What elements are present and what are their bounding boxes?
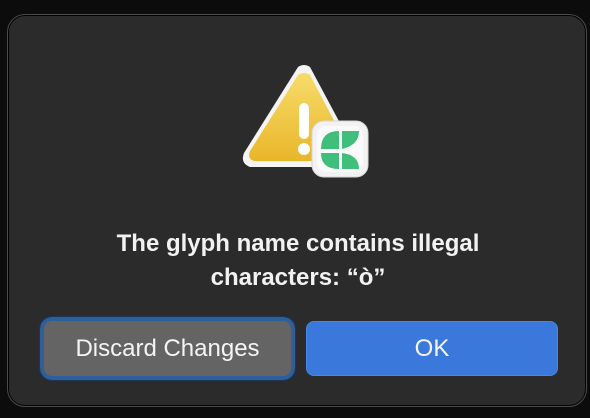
alert-message-line1: The glyph name contains illegal	[116, 230, 480, 257]
ok-label: OK	[414, 334, 450, 362]
glyphs-app-badge-icon	[311, 120, 369, 178]
alert-message-line2: characters: “ò”	[210, 264, 386, 291]
warning-icon	[238, 63, 374, 195]
discard-changes-button[interactable]: Discard Changes	[39, 316, 296, 381]
discard-changes-label: Discard Changes	[75, 334, 260, 362]
alert-dialog: The glyph name contains illegal characte…	[7, 14, 587, 407]
ok-button[interactable]: OK	[306, 321, 558, 376]
alert-message: The glyph name contains illegal characte…	[48, 227, 548, 295]
